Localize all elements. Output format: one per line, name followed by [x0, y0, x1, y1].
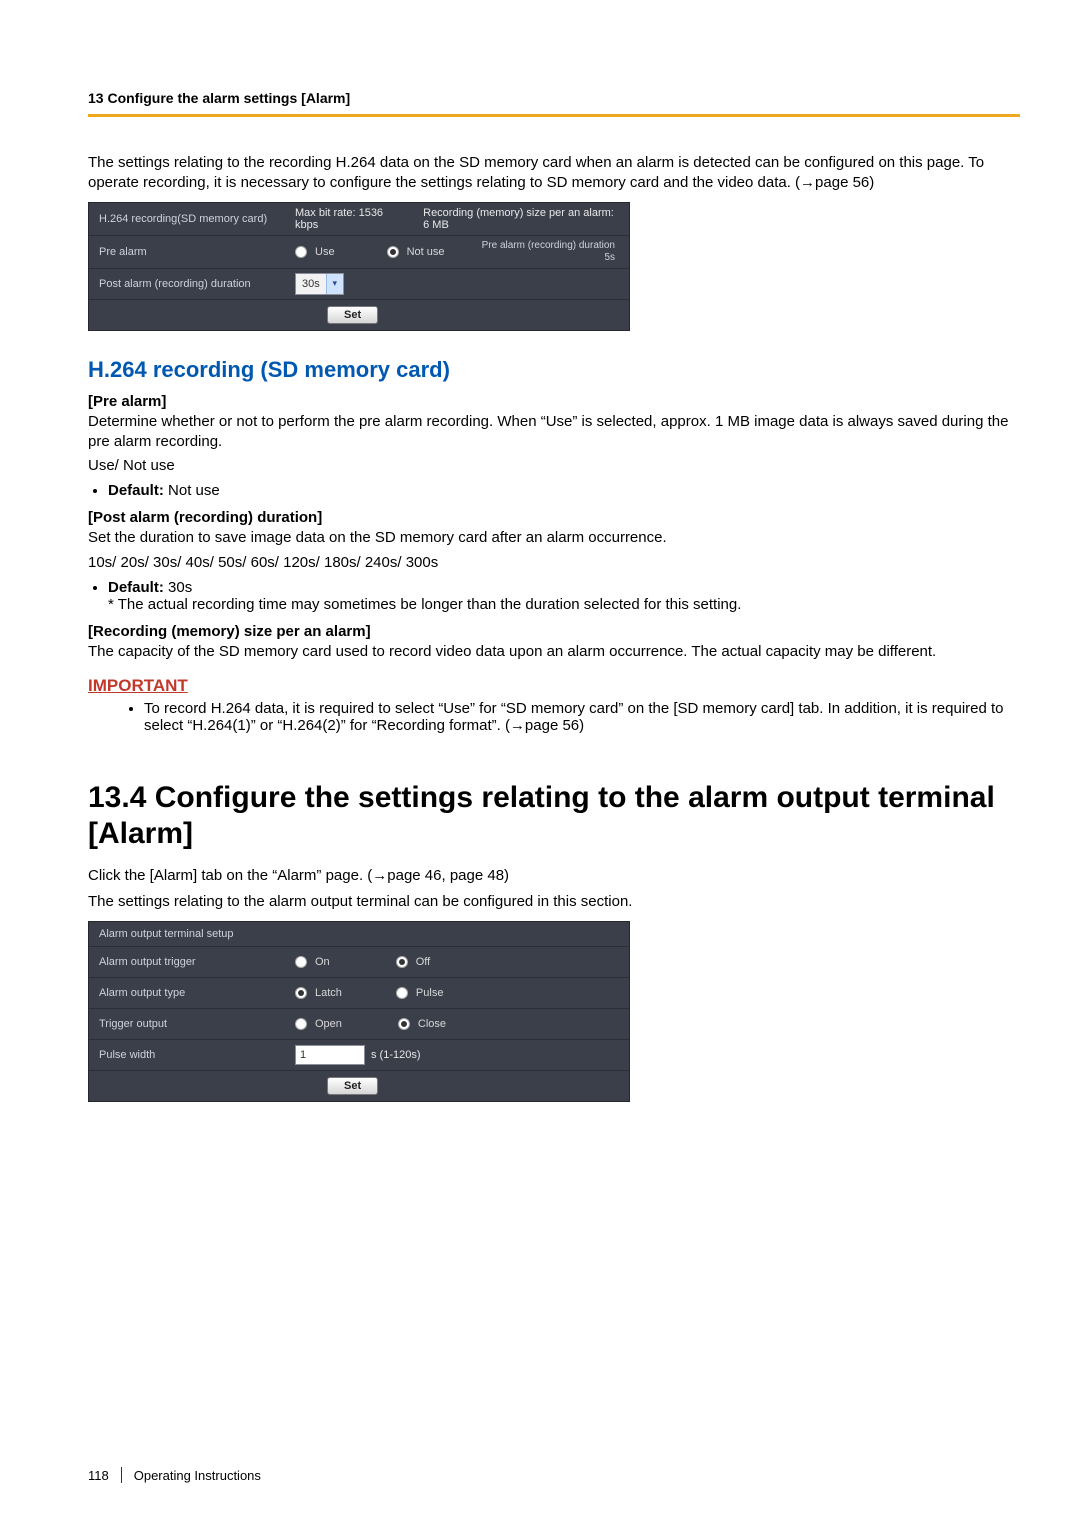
trigger-off-label: Off — [416, 956, 430, 968]
trigger-off-radio[interactable] — [396, 956, 408, 968]
section-13-4-line2: The settings relating to the alarm outpu… — [88, 892, 1020, 912]
pre-alarm-duration-value: 5s — [604, 252, 615, 263]
memsize-info: Recording (memory) size per an alarm: 6 … — [423, 207, 623, 231]
section-13-4-heading: 13.4 Configure the settings relating to … — [88, 780, 1020, 852]
page-number: 118 — [88, 1468, 121, 1483]
memsize-desc: The capacity of the SD memory card used … — [88, 642, 1020, 662]
type-latch-radio[interactable] — [295, 987, 307, 999]
pre-alarm-duration-label: Pre alarm (recording) duration — [482, 240, 615, 251]
pulse-width-input[interactable]: 1 — [295, 1045, 365, 1065]
trigger-label: Alarm output trigger — [89, 950, 289, 974]
footer-title: Operating Instructions — [134, 1468, 261, 1483]
set-button[interactable]: Set — [327, 306, 378, 324]
set-button-2[interactable]: Set — [327, 1077, 378, 1095]
pre-alarm-notuse-label: Not use — [407, 246, 445, 258]
pre-alarm-label: Pre alarm — [89, 240, 289, 264]
trigger-close-label: Close — [418, 1018, 446, 1030]
trigger-open-radio[interactable] — [295, 1018, 307, 1030]
post-alarm-note: * The actual recording time may sometime… — [108, 596, 1020, 613]
pre-alarm-heading: [Pre alarm] — [88, 393, 1020, 410]
trigger-output-label: Trigger output — [89, 1012, 289, 1036]
pre-alarm-desc: Determine whether or not to perform the … — [88, 412, 1020, 453]
trigger-on-radio[interactable] — [295, 956, 307, 968]
alarm-output-panel: Alarm output terminal setup Alarm output… — [88, 921, 630, 1102]
type-pulse-label: Pulse — [416, 987, 444, 999]
type-pulse-radio[interactable] — [396, 987, 408, 999]
bitrate-info: Max bit rate: 1536 kbps — [295, 207, 399, 231]
panel1-title: H.264 recording(SD memory card) — [89, 207, 289, 231]
page-footer: 118 Operating Instructions — [88, 1467, 261, 1483]
panel2-title: Alarm output terminal setup — [89, 922, 629, 946]
h264-section-title: H.264 recording (SD memory card) — [88, 357, 1020, 383]
trigger-open-label: Open — [315, 1018, 342, 1030]
post-alarm-heading: [Post alarm (recording) duration] — [88, 509, 1020, 526]
post-alarm-duration-select[interactable]: 30s ▾ — [295, 273, 344, 295]
pre-alarm-use-label: Use — [315, 246, 335, 258]
h264-recording-panel: H.264 recording(SD memory card) Max bit … — [88, 202, 630, 331]
type-latch-label: Latch — [315, 987, 342, 999]
section-13-4-line1: Click the [Alarm] tab on the “Alarm” pag… — [88, 866, 1020, 886]
trigger-close-radio[interactable] — [398, 1018, 410, 1030]
chevron-down-icon: ▾ — [326, 274, 343, 294]
intro-paragraph: The settings relating to the recording H… — [88, 153, 1020, 194]
pre-alarm-use-radio[interactable] — [295, 246, 307, 258]
post-alarm-desc: Set the duration to save image data on t… — [88, 528, 1020, 548]
type-label: Alarm output type — [89, 981, 289, 1005]
pre-alarm-default: Default: Not use — [108, 482, 1020, 499]
important-label: IMPORTANT — [88, 676, 1020, 696]
post-alarm-options: 10s/ 20s/ 30s/ 40s/ 50s/ 60s/ 120s/ 180s… — [88, 553, 1020, 573]
pre-alarm-options: Use/ Not use — [88, 456, 1020, 476]
pre-alarm-notuse-radio[interactable] — [387, 246, 399, 258]
post-alarm-default: Default: 30s * The actual recording time… — [108, 579, 1020, 613]
important-bullet: To record H.264 data, it is required to … — [144, 700, 1020, 734]
running-header: 13 Configure the alarm settings [Alarm] — [88, 90, 1020, 117]
trigger-on-label: On — [315, 956, 330, 968]
post-alarm-duration-label: Post alarm (recording) duration — [89, 272, 289, 296]
pulse-width-label: Pulse width — [89, 1043, 289, 1067]
pulse-width-unit: s (1-120s) — [371, 1049, 421, 1061]
memsize-heading: [Recording (memory) size per an alarm] — [88, 623, 1020, 640]
